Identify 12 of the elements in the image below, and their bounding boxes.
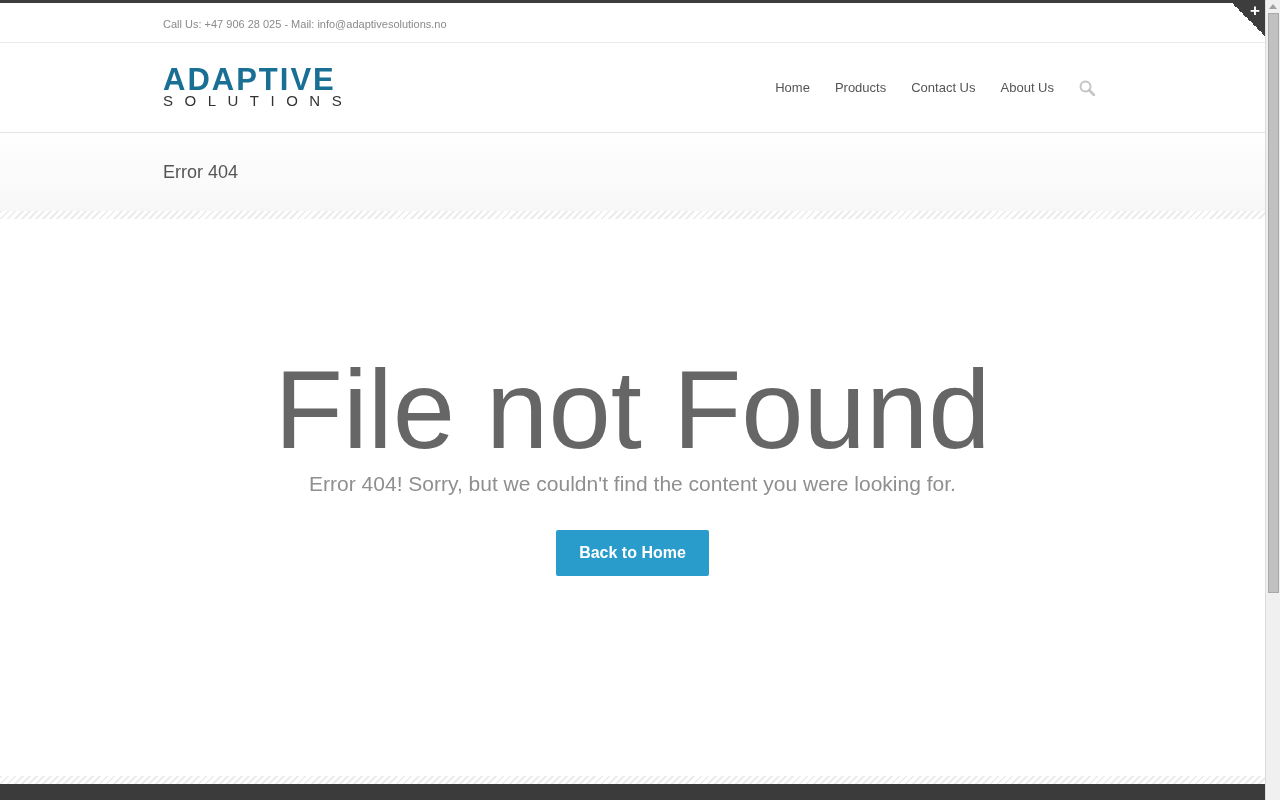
scroll-up-arrow-icon[interactable] xyxy=(1269,4,1277,9)
error-message: Error 404! Sorry, but we couldn't find the content you were looking for. xyxy=(309,471,956,497)
contact-info: Call Us: +47 906 28 025 - Mail: info@adaptivesolutions.no xyxy=(163,17,447,30)
search-icon[interactable] xyxy=(1079,79,1095,96)
error-heading: File not Found xyxy=(274,354,991,466)
nav-link[interactable]: About Us xyxy=(1000,77,1054,98)
nav-link[interactable]: Products xyxy=(834,77,887,98)
logo[interactable]: ADAPTIVE SOLUTIONS xyxy=(163,67,354,108)
page-title: Error 404 xyxy=(163,160,239,184)
nav-link[interactable]: Contact Us xyxy=(911,77,976,98)
scrollbar[interactable] xyxy=(1265,0,1280,800)
nav-link[interactable]: Home xyxy=(775,77,810,98)
